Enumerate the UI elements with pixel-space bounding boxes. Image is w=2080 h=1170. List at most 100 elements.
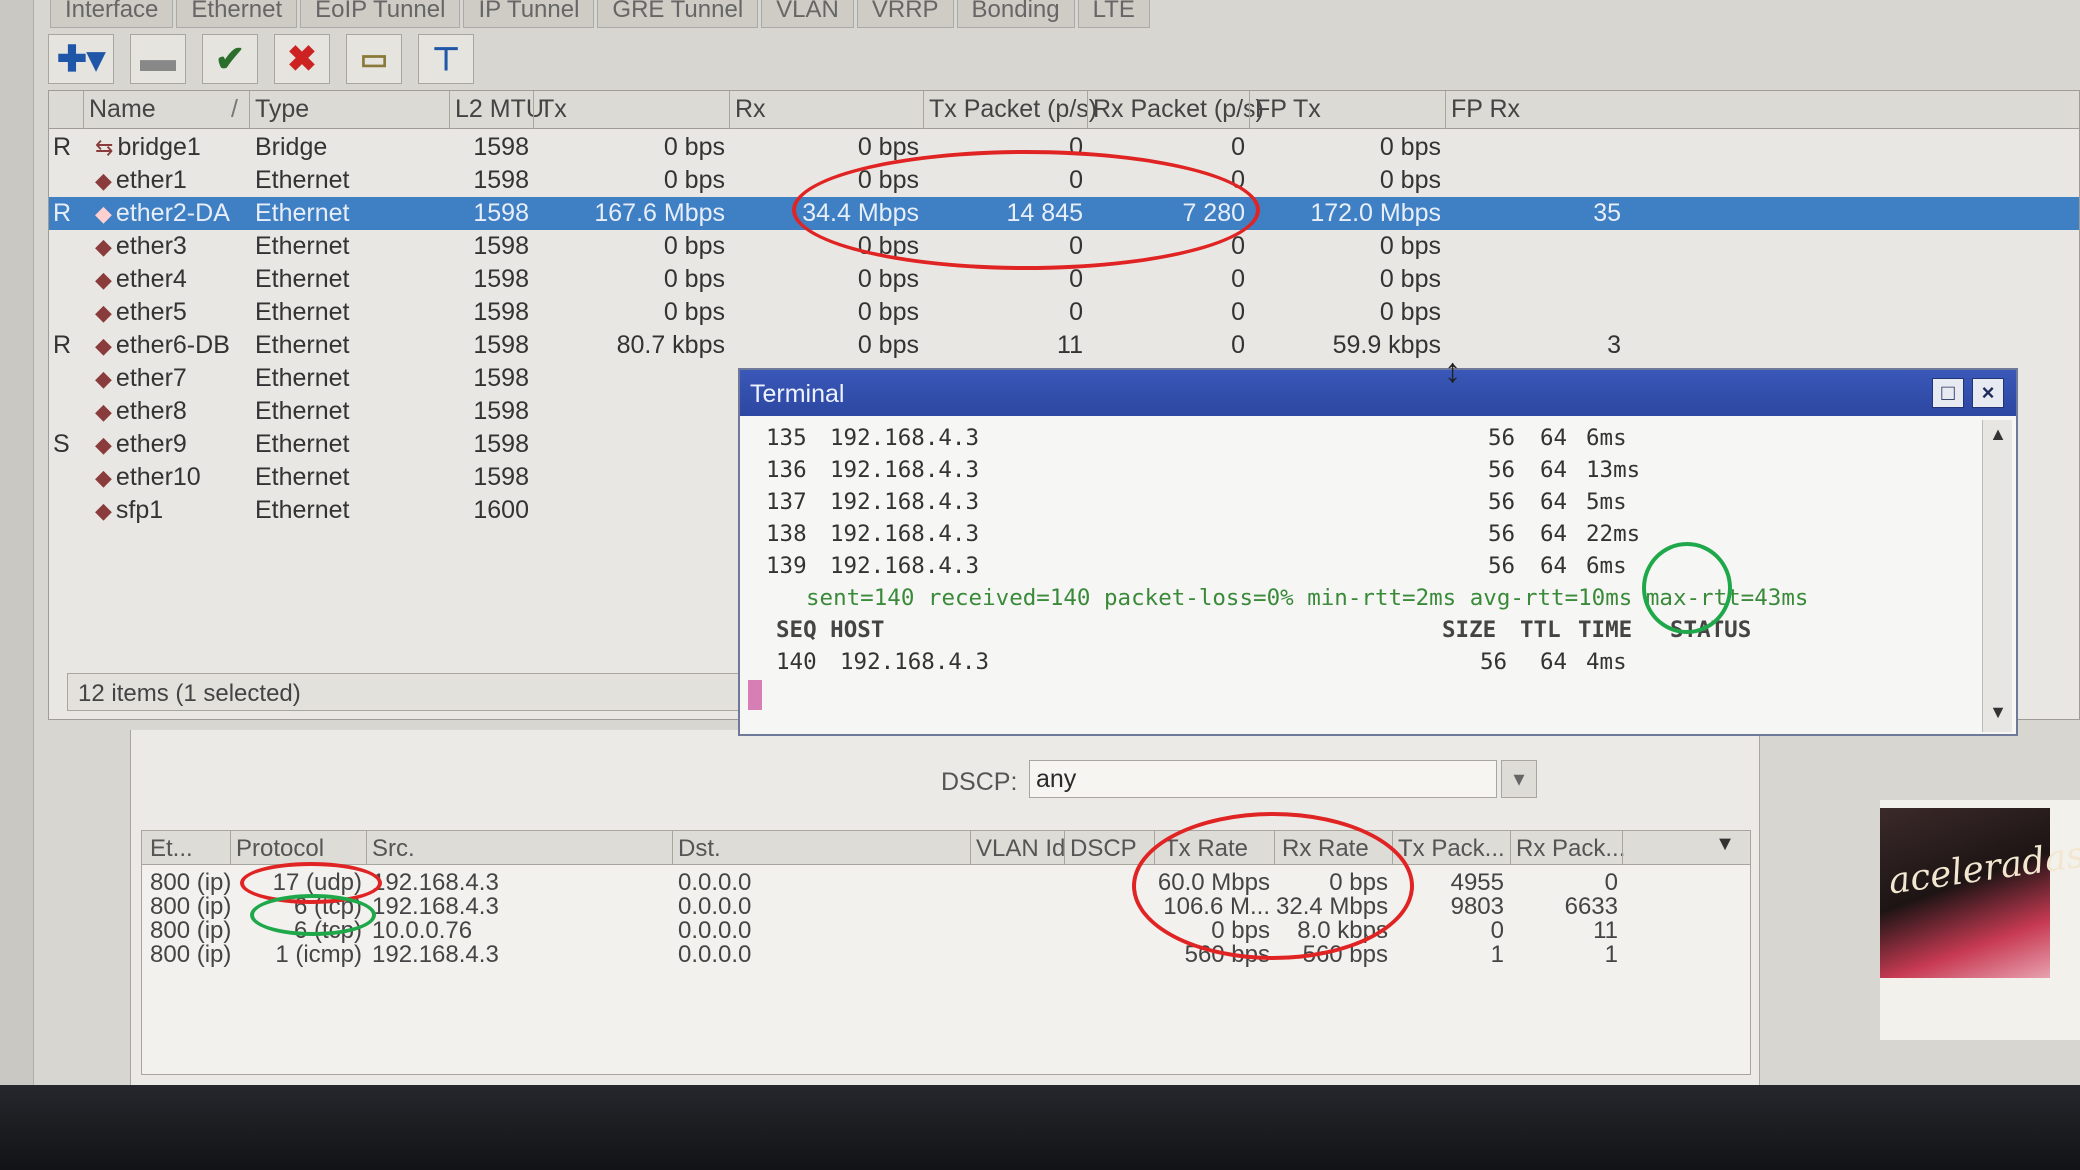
interface-name: sfp1 [115,496,164,524]
column-separator [1510,831,1511,865]
scroll-down-icon[interactable]: ▼ [1985,702,2011,728]
column-fp-rx[interactable]: FP Rx [1451,95,1520,124]
interface-name: ether9 [115,430,187,458]
cell-fprx: 35 [1593,199,1621,227]
cell-type: Bridge [255,133,328,161]
tab-eoip-tunnel[interactable]: EoIP Tunnel [300,0,461,28]
interface-table-header: Name / Type L2 MTU Tx Rx Tx Packet (p/s)… [49,91,2079,129]
dscp-select[interactable]: any [1029,760,1497,798]
tab-ip-tunnel[interactable]: IP Tunnel [463,0,595,28]
comment-button[interactable]: ▭ [346,34,402,84]
column-protocol[interactable]: Protocol [236,835,324,863]
terminal-title-bar[interactable]: Terminal □ × [740,370,2016,416]
column-l2mtu[interactable]: L2 MTU [455,95,544,124]
cell-flag: R [53,133,72,161]
column-src[interactable]: Src. [372,835,415,863]
ping-host: 192.168.4.3 [830,457,980,483]
tab-bonding[interactable]: Bonding [956,0,1075,28]
interface-name: ether5 [115,298,187,326]
tab-lte[interactable]: LTE [1077,0,1150,28]
column-menu-icon[interactable]: ▼ [1708,833,1742,863]
cell-type: Ethernet [255,166,350,194]
cell-fptx: 0 bps [1379,133,1441,161]
ethernet-port-icon: ◆ [95,300,112,325]
column-tx-packet[interactable]: Tx Packet (p/s) [929,95,1097,124]
tab-gre-tunnel[interactable]: GRE Tunnel [597,0,759,28]
maximize-icon[interactable]: □ [1932,378,1964,408]
flow-panel: DSCP: any ▾ Et... Protocol Src. Dst. VLA… [130,730,1760,1085]
dscp-label: DSCP: [941,768,1018,796]
column-name[interactable]: Name [89,95,156,124]
column-dst[interactable]: Dst. [678,835,721,863]
add-button[interactable]: ✚▾ [48,34,114,84]
column-dscp[interactable]: DSCP [1070,835,1137,863]
flow-cell-proto: 1 (icmp) [275,941,362,968]
enable-button[interactable]: ✔ [202,34,258,84]
column-fp-tx[interactable]: FP Tx [1255,95,1321,124]
cell-rxp: 0 [1231,331,1245,359]
tab-ethernet[interactable]: Ethernet [176,0,298,28]
filter-button[interactable]: ⊤ [418,34,474,84]
ping-time: 6ms [1586,425,1627,451]
flow-table: Et... Protocol Src. Dst. VLAN Id DSCP Tx… [141,830,1751,1075]
ethernet-port-icon: ◆ [95,201,112,226]
interface-name: ether6-DB [115,331,230,359]
cell-mtu: 1598 [473,166,529,194]
tab-vrrp[interactable]: VRRP [856,0,954,28]
terminal-scrollbar[interactable]: ▲ ▼ [1982,420,2012,732]
ping-host: 192.168.4.3 [830,553,980,579]
ping-host: 192.168.4.3 [830,521,980,547]
cell-name: ◆ sfp1 [95,496,245,525]
filter-icon: ⊤ [432,41,460,77]
remove-button[interactable]: ▬ [130,34,186,84]
ethernet-port-icon: ◆ [95,234,112,259]
column-tx[interactable]: Tx [539,95,567,124]
column-tx-packets[interactable]: Tx Pack... [1398,835,1505,863]
ping-line: 139 192.168.4.3 56 64 6ms [740,550,1976,582]
ethernet-port-icon: ◆ [95,498,112,523]
tab-vlan[interactable]: VLAN [761,0,854,28]
column-rx[interactable]: Rx [735,95,766,124]
cell-mtu: 1598 [473,397,529,425]
ping-time: 22ms [1586,521,1641,547]
cell-fptx: 0 bps [1379,265,1441,293]
scroll-up-icon[interactable]: ▲ [1985,424,2011,450]
cell-tx: 167.6 Mbps [594,199,725,227]
red-annotation-circle [792,150,1260,270]
ping-seq: 137 [766,489,807,515]
column-rx-packet[interactable]: Rx Packet (p/s) [1093,95,1264,124]
interface-row[interactable]: ◆ ether5 Ethernet 1598 0 bps 0 bps 0 0 0 bps [49,296,2079,329]
cell-rx: 0 bps [857,331,919,359]
column-ethertype[interactable]: Et... [150,835,193,863]
cell-flag: R [53,199,72,227]
column-separator [672,831,673,865]
column-type[interactable]: Type [255,95,309,124]
dscp-dropdown-icon[interactable]: ▾ [1501,760,1537,798]
tab-interface[interactable]: Interface [50,0,174,28]
cell-rxp: 0 [1231,298,1245,326]
close-icon[interactable]: × [1972,378,2004,408]
status-bar: 12 items (1 selected) [67,673,787,711]
interface-row[interactable]: R ◆ ether6-DB Ethernet 1598 80.7 kbps 0 bps 11 0… [49,329,2079,362]
ping-time: 13ms [1586,457,1641,483]
cell-type: Ethernet [255,496,350,524]
sort-indicator: / [231,95,238,123]
header-ttl: TTL [1520,617,1561,643]
cell-rx: 0 bps [857,133,919,161]
disable-button[interactable]: ✖ [274,34,330,84]
terminal-output[interactable]: 135 192.168.4.3 56 64 6ms 136 192.168.4.3 56 64 1… [740,416,1976,734]
column-separator [970,831,971,865]
terminal-window: Terminal □ × 135 192.168.4.3 56 64 6ms 136 192… [738,368,2018,736]
cell-name: ◆ ether10 [95,463,245,492]
flow-row[interactable]: 800 (ip) 1 (icmp) 192.168.4.3 0.0.0.0 560 bp… [142,939,1750,970]
ping-line: 140 192.168.4.3 56 64 4ms [740,646,1976,678]
cell-mtu: 1598 [473,331,529,359]
column-vlan-id[interactable]: VLAN Id [976,835,1065,863]
column-separator [923,91,924,129]
cell-type: Ethernet [255,430,350,458]
cell-fptx: 0 bps [1379,298,1441,326]
column-separator [729,91,730,129]
x-icon: ✖ [286,38,318,79]
cell-mtu: 1598 [473,232,529,260]
column-rx-packets[interactable]: Rx Pack... [1516,835,1625,863]
